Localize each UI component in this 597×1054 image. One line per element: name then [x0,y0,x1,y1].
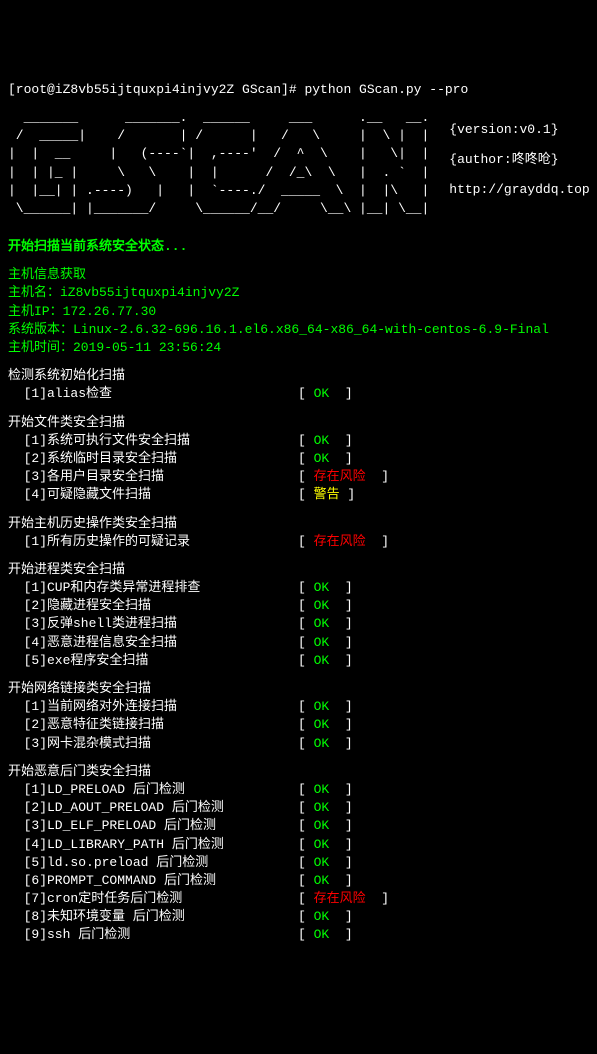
section-title: 开始主机历史操作类安全扫描 [8,515,589,533]
check-item: [7]cron定时任务后门检测[ 存在风险 ] [8,890,589,908]
check-item: [1]alias检查[ OK ] [8,385,589,403]
check-label: [2]恶意特征类链接扫描 [8,716,298,734]
check-label: [4]LD_LIBRARY_PATH 后门检测 [8,836,298,854]
check-label: [4]可疑隐藏文件扫描 [8,486,298,504]
check-item: [2]LD_AOUT_PRELOAD 后门检测[ OK ] [8,799,589,817]
check-label: [3]网卡混杂模式扫描 [8,735,298,753]
check-label: [1]alias检查 [8,385,298,403]
check-status: [ OK ] [298,799,353,817]
terminal-output: [root@iZ8vb55ijtquxpi4injvy2Z GScan]# py… [8,81,589,955]
check-label: [2]LD_AOUT_PRELOAD 后门检测 [8,799,298,817]
check-label: [4]恶意进程信息安全扫描 [8,634,298,652]
section-title: 开始文件类安全扫描 [8,414,589,432]
check-item: [2]恶意特征类链接扫描[ OK ] [8,716,589,734]
check-item: [1]所有历史操作的可疑记录[ 存在风险 ] [8,533,589,551]
check-item: [9]ssh 后门检测[ OK ] [8,926,589,944]
time-line: 主机时间：2019-05-11 23:56:24 [8,339,589,357]
check-status: [ OK ] [298,450,353,468]
check-item: [4]恶意进程信息安全扫描[ OK ] [8,634,589,652]
check-label: [1]所有历史操作的可疑记录 [8,533,298,551]
check-status: [ OK ] [298,385,353,403]
check-label: [1]系统可执行文件安全扫描 [8,432,298,450]
command-prompt: [root@iZ8vb55ijtquxpi4injvy2Z GScan]# py… [8,81,589,99]
check-status: [ OK ] [298,579,353,597]
check-status: [ 警告 ] [298,486,355,504]
check-status: [ OK ] [298,634,353,652]
check-label: [5]exe程序安全扫描 [8,652,298,670]
hostname-line: 主机名：iZ8vb55ijtquxpi4injvy2Z [8,284,589,302]
check-item: [1]系统可执行文件安全扫描[ OK ] [8,432,589,450]
check-status: [ OK ] [298,872,353,890]
check-status: [ OK ] [298,836,353,854]
check-status: [ OK ] [298,817,353,835]
check-status: [ 存在风险 ] [298,533,389,551]
check-status: [ 存在风险 ] [298,890,389,908]
check-label: [2]系统临时目录安全扫描 [8,450,298,468]
check-label: [3]各用户目录安全扫描 [8,468,298,486]
check-status: [ 存在风险 ] [298,468,389,486]
check-status: [ OK ] [298,698,353,716]
section-title: 检测系统初始化扫描 [8,367,589,385]
check-status: [ OK ] [298,652,353,670]
check-item: [1]CUP和内存类异常进程排查[ OK ] [8,579,589,597]
banner-info: {version:v0.1} {author:咚咚呛} http://grayddq… [429,109,589,218]
host-info-title: 主机信息获取 [8,266,589,284]
check-status: [ OK ] [298,716,353,734]
check-status: [ OK ] [298,735,353,753]
check-label: [5]ld.so.preload 后门检测 [8,854,298,872]
check-item: [4]可疑隐藏文件扫描[ 警告 ] [8,486,589,504]
check-status: [ OK ] [298,926,353,944]
version-line: 系统版本：Linux-2.6.32-696.16.1.el6.x86_64-x8… [8,321,589,339]
check-label: [2]隐藏进程安全扫描 [8,597,298,615]
check-item: [1]当前网络对外连接扫描[ OK ] [8,698,589,716]
check-status: [ OK ] [298,854,353,872]
check-status: [ OK ] [298,432,353,450]
check-item: [3]网卡混杂模式扫描[ OK ] [8,735,589,753]
check-status: [ OK ] [298,615,353,633]
section-title: 开始恶意后门类安全扫描 [8,763,589,781]
check-item: [8]未知环境变量 后门检测[ OK ] [8,908,589,926]
check-label: [1]当前网络对外连接扫描 [8,698,298,716]
check-item: [4]LD_LIBRARY_PATH 后门检测[ OK ] [8,836,589,854]
check-item: [6]PROMPT_COMMAND 后门检测[ OK ] [8,872,589,890]
section-title: 开始进程类安全扫描 [8,561,589,579]
scan-start-message: 开始扫描当前系统安全状态... [8,238,589,256]
author-text: {author:咚咚呛} [449,151,589,169]
check-label: [1]LD_PRELOAD 后门检测 [8,781,298,799]
version-text: {version:v0.1} [449,121,589,139]
check-label: [6]PROMPT_COMMAND 后门检测 [8,872,298,890]
check-item: [3]LD_ELF_PRELOAD 后门检测[ OK ] [8,817,589,835]
check-status: [ OK ] [298,597,353,615]
check-label: [3]LD_ELF_PRELOAD 后门检测 [8,817,298,835]
check-status: [ OK ] [298,908,353,926]
check-label: [1]CUP和内存类异常进程排查 [8,579,298,597]
check-label: [7]cron定时任务后门检测 [8,890,298,908]
check-label: [3]反弹shell类进程扫描 [8,615,298,633]
check-item: [5]exe程序安全扫描[ OK ] [8,652,589,670]
check-item: [2]系统临时目录安全扫描[ OK ] [8,450,589,468]
ip-line: 主机IP：172.26.77.30 [8,303,589,321]
check-status: [ OK ] [298,781,353,799]
url-text: http://grayddq.top [449,181,589,199]
check-item: [1]LD_PRELOAD 后门检测[ OK ] [8,781,589,799]
check-label: [9]ssh 后门检测 [8,926,298,944]
section-title: 开始网络链接类安全扫描 [8,680,589,698]
ascii-banner: _______ _______. ______ ___ .__ __. / __… [8,109,589,218]
check-label: [8]未知环境变量 后门检测 [8,908,298,926]
check-item: [5]ld.so.preload 后门检测[ OK ] [8,854,589,872]
check-item: [3]各用户目录安全扫描[ 存在风险 ] [8,468,589,486]
check-item: [2]隐藏进程安全扫描[ OK ] [8,597,589,615]
check-item: [3]反弹shell类进程扫描[ OK ] [8,615,589,633]
